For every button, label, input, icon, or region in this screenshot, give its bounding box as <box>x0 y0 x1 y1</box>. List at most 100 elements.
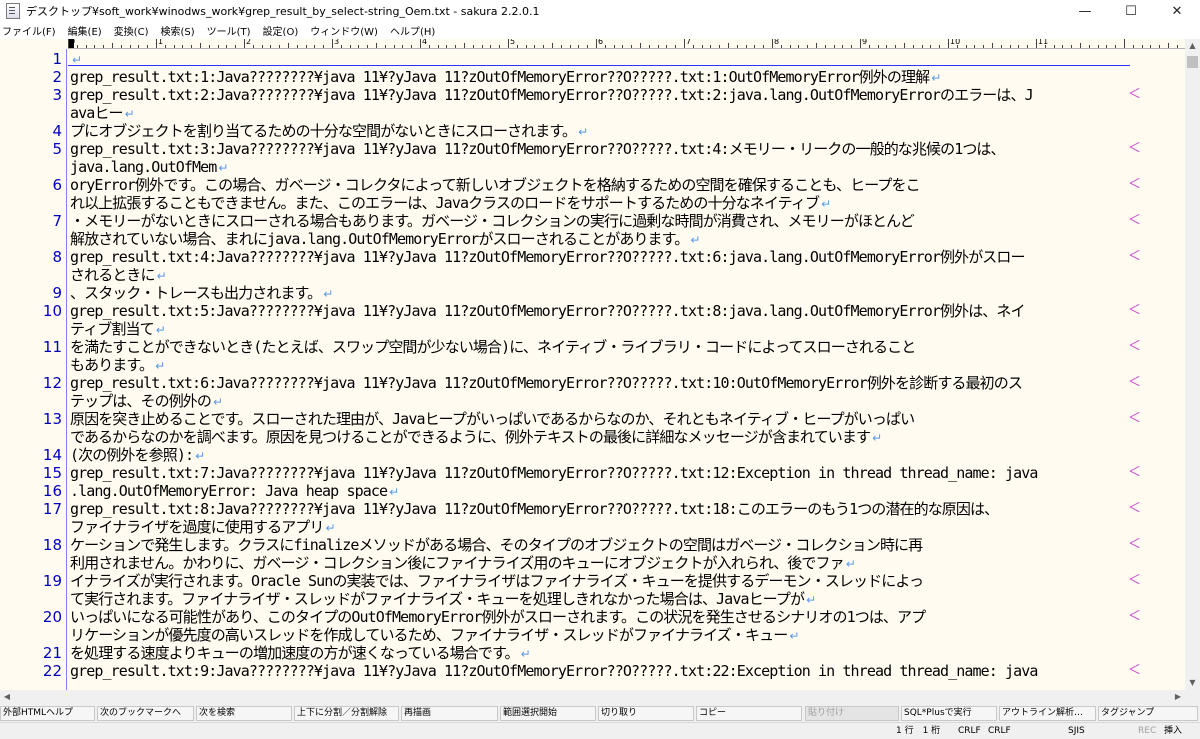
ruler-tick <box>789 45 791 48</box>
text-line[interactable]: を満たすことができないとき(たとえば、スワップ空間が少ない場合)に、ネイティブ・… <box>70 338 916 356</box>
menu-convert[interactable]: 変換(C) <box>108 23 155 38</box>
text-line[interactable]: grep_result.txt:4:Java????????¥java 11¥?… <box>70 248 1025 266</box>
text-line[interactable]: grep_result.txt:8:Java????????¥java 11¥?… <box>70 500 999 518</box>
function-key-button[interactable]: 上下に分割／分割解除 <box>294 706 399 721</box>
line-text: であるからなのかを調べます。原因を見つけることができるように、例外テキストの最後… <box>70 428 871 446</box>
ruler-tick <box>173 45 175 48</box>
menu-settings[interactable]: 設定(O) <box>257 23 305 38</box>
text-line[interactable]: ティブ割当て ↵ <box>70 320 166 338</box>
ruler-tick <box>921 45 923 48</box>
ruler-tick <box>191 45 193 48</box>
ruler-number: 10 <box>950 39 961 46</box>
text-line[interactable]: もあります。 ↵ <box>70 356 165 374</box>
maximize-button[interactable]: ☐ <box>1108 0 1154 22</box>
line-break-icon: ↵ <box>195 449 206 463</box>
function-key-button[interactable]: タグジャンプ <box>1098 706 1198 721</box>
ruler-tick <box>772 39 773 48</box>
ruler-tick <box>68 39 69 48</box>
ruler-tick <box>860 39 861 48</box>
ruler-tick <box>446 45 448 48</box>
text-line[interactable]: ↵ <box>70 50 82 68</box>
scroll-left-arrow-icon[interactable]: ◀ <box>0 690 14 704</box>
close-button[interactable]: ✕ <box>1154 0 1200 22</box>
line-number: 3 <box>52 86 62 104</box>
ruler-number: 4 <box>422 39 428 46</box>
function-key-button[interactable]: 再描画 <box>401 706 498 721</box>
ruler-number: 6 <box>598 39 604 46</box>
function-key-button[interactable]: SQL*Plusで実行 <box>901 706 997 721</box>
text-line[interactable]: grep_result.txt:2:Java????????¥java 11¥?… <box>70 86 1034 104</box>
ruler-tick <box>604 45 606 48</box>
editor-area[interactable]: 1 2 3 4 5 6 7 8 9 10 11 12 13 14 15 16 17 18 19 20 21 22 ↵ gre… <box>0 49 1185 690</box>
wrap-indicator-icon: ＜ <box>1128 501 1142 516</box>
text-line[interactable]: grep_result.txt:6:Java????????¥java 11¥?… <box>70 374 1023 392</box>
menu-file[interactable]: ファイル(F) <box>0 23 62 38</box>
encoding-indicator[interactable]: SJIS <box>1068 725 1085 737</box>
menu-edit[interactable]: 編集(E) <box>62 23 108 38</box>
line-text: grep_result.txt:1:Java????????¥java 11¥?… <box>70 68 930 86</box>
ruler-tick <box>367 45 369 48</box>
line-text: grep_result.txt:4:Java????????¥java 11¥?… <box>70 248 1025 266</box>
text-line[interactable]: プにオブジェクトを割り当てるための十分な空間がないときにスローされます。 ↵ <box>70 122 588 140</box>
ruler-tick <box>1115 45 1117 48</box>
text-line[interactable]: (次の例外を参照): ↵ <box>70 446 205 464</box>
scroll-down-arrow-icon[interactable]: ▼ <box>1185 676 1200 690</box>
ruler-tick <box>578 45 580 48</box>
text-line[interactable]: java.lang.OutOfMem ↵ <box>70 158 228 176</box>
text-line[interactable]: ケーションで発生します。クラスにfinalizeメソッドがある場合、そのタイプの… <box>70 536 923 554</box>
wrap-indicator-icon: ＜ <box>1128 465 1142 480</box>
function-key-button[interactable]: 次のブックマークへ <box>97 706 194 721</box>
text-line[interactable]: イナライズが実行されます。Oracle Sunの実装では、ファイナライザはファイ… <box>70 572 924 590</box>
text-line[interactable]: て実行されます。ファイナライザ・スレッドがファイナライズ・キューを処理しきれなか… <box>70 590 816 608</box>
function-key-button[interactable]: アウトライン解析… <box>999 706 1096 721</box>
text-line[interactable]: grep_result.txt:5:Java????????¥java 11¥?… <box>70 302 1025 320</box>
function-key-button[interactable]: 外部HTMLヘルプ <box>0 706 95 721</box>
function-key-button[interactable]: 次を検索 <box>196 706 292 721</box>
function-key-button[interactable]: 範囲選択開始 <box>500 706 596 721</box>
text-line[interactable]: を処理する速度よりキューの増加速度の方が速くなっている場合です。 ↵ <box>70 644 531 662</box>
menu-window[interactable]: ウィンドウ(W) <box>304 23 384 38</box>
text-line[interactable]: ・メモリーがないときにスローされる場合もあります。ガベージ・コレクションの実行に… <box>70 212 915 230</box>
text-line[interactable]: れ以上拡張することもできません。また、このエラーは、Javaクラスのロードをサポ… <box>70 194 831 212</box>
text-line[interactable]: ファイナライザを過度に使用するアプリ ↵ <box>70 518 336 536</box>
text-line[interactable]: テップは、その例外の ↵ <box>70 392 223 410</box>
text-line[interactable]: 解放されていない場合、まれにjava.lang.OutOfMemoryError… <box>70 230 700 248</box>
line-number: 1 <box>52 50 62 68</box>
menu-help[interactable]: ヘルプ(H) <box>384 23 441 38</box>
ruler-tick <box>103 45 105 48</box>
function-key-button[interactable]: 切り取り <box>598 706 694 721</box>
text-line[interactable]: 、スタック・トレースも出力されます。 ↵ <box>70 284 333 302</box>
menu-bar: ファイル(F) 編集(E) 変換(C) 検索(S) ツール(T) 設定(O) ウ… <box>0 22 1200 39</box>
text-line[interactable]: いっぱいになる可能性があり、このタイプのOutOfMemoryError例外がス… <box>70 608 926 626</box>
ruler-tick <box>948 39 949 48</box>
text-line[interactable]: oryError例外です。この場合、ガベージ・コレクタによって新しいオブジェクト… <box>70 176 921 194</box>
ruler-tick <box>904 43 905 48</box>
text-line[interactable]: 原因を突き止めることです。スローされた理由が、Javaヒープがいっぱいであるから… <box>70 410 915 428</box>
ruler-tick <box>270 45 272 48</box>
text-line[interactable]: grep_result.txt:3:Java????????¥java 11¥?… <box>70 140 1006 158</box>
text-line[interactable]: grep_result.txt:1:Java????????¥java 11¥?… <box>70 68 941 86</box>
text-line[interactable]: であるからなのかを調べます。原因を見つけることができるように、例外テキストの最後… <box>70 428 882 446</box>
scroll-right-arrow-icon[interactable]: ▶ <box>1171 690 1185 704</box>
line-text: イナライズが実行されます。Oracle Sunの実装では、ファイナライザはファイ… <box>70 572 924 590</box>
ruler-tick <box>252 45 254 48</box>
text-line[interactable]: avaヒー ↵ <box>70 104 135 122</box>
vertical-scrollbar[interactable]: ▲ ▼ <box>1185 39 1200 690</box>
ruler-tick <box>886 45 888 48</box>
ruler-tick <box>1027 45 1029 48</box>
function-key-button[interactable]: コピー <box>696 706 802 721</box>
text-line[interactable]: リケーションが優先度の高いスレッドを作成しているため、ファイナライザ・スレッドが… <box>70 626 799 644</box>
scroll-up-arrow-icon[interactable]: ▲ <box>1185 39 1200 53</box>
text-line[interactable]: されるときに ↵ <box>70 266 167 284</box>
minimize-button[interactable]: — <box>1062 0 1108 22</box>
text-line[interactable]: .lang.OutOfMemoryError: Java heap space ↵ <box>70 482 399 500</box>
menu-tools[interactable]: ツール(T) <box>201 23 257 38</box>
text-line[interactable]: grep_result.txt:9:Java????????¥java 11¥?… <box>70 662 1038 680</box>
vertical-scroll-thumb[interactable] <box>1187 56 1198 68</box>
text-area[interactable]: ↵ grep_result.txt:1:Java????????¥java 11¥… <box>70 49 1141 690</box>
text-line[interactable]: 利用されません。かわりに、ガベージ・コレクション後にファイナライズ用のキューにオ… <box>70 554 856 572</box>
menu-search[interactable]: 検索(S) <box>154 23 200 38</box>
ruler-tick <box>358 45 360 48</box>
horizontal-scrollbar[interactable]: ◀ ▶ <box>0 690 1200 704</box>
text-line[interactable]: grep_result.txt:7:Java????????¥java 11¥?… <box>70 464 1038 482</box>
